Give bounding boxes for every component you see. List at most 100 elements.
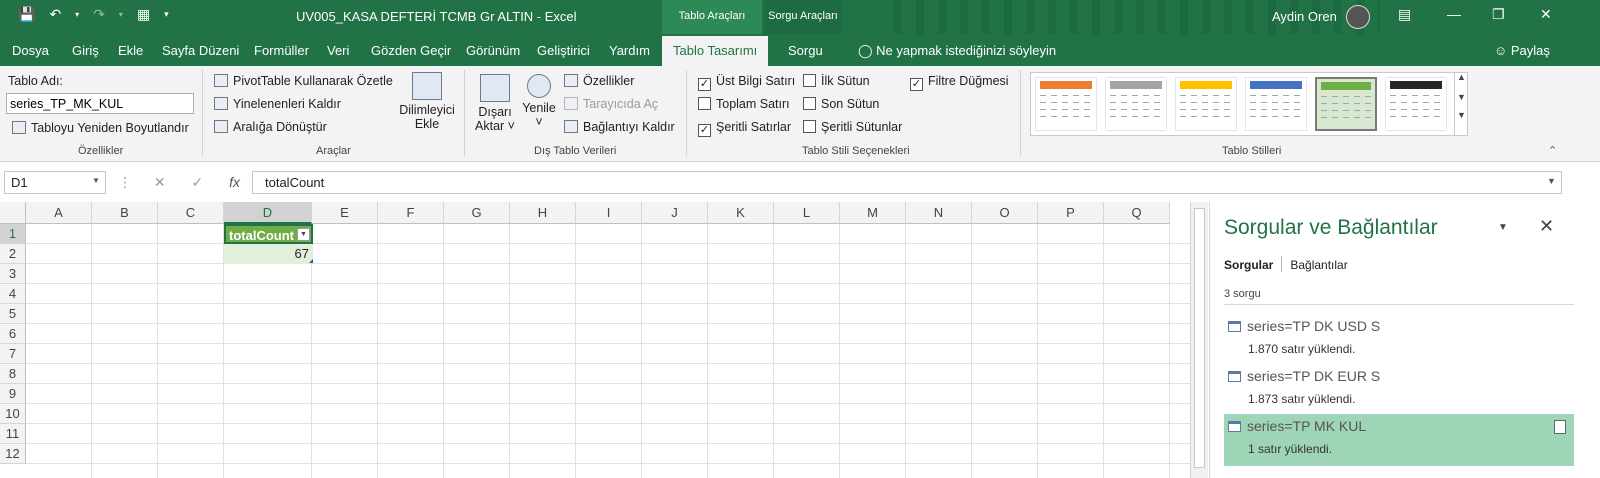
tab-gozden-gecir[interactable]: Gözden Geçir [371,43,451,58]
share-button[interactable]: ☺ Paylaş [1494,43,1550,58]
enter-icon[interactable]: ✓ [192,174,204,190]
pane-close-icon[interactable]: ✕ [1539,216,1554,237]
collapse-ribbon-icon[interactable]: ⌃ [1548,144,1557,157]
edit-query-icon[interactable] [1554,420,1566,434]
row-header[interactable]: 2 [0,244,26,264]
table-resize-handle[interactable] [309,259,313,263]
banded-columns-checkbox[interactable]: Şeritli Sütunlar [803,120,902,134]
first-column-checkbox[interactable]: İlk Sütun [803,74,870,88]
row-header[interactable]: 9 [0,384,26,404]
column-header[interactable]: M [840,202,906,224]
column-header[interactable]: K [708,202,774,224]
row-header[interactable]: 4 [0,284,26,304]
table-style-gray[interactable] [1105,77,1167,131]
restore-icon[interactable]: ❐ [1492,6,1505,23]
cancel-icon[interactable]: ✕ [154,174,166,190]
gallery-more-icon[interactable]: ▼ [1455,110,1468,120]
column-header[interactable]: D [224,202,312,224]
column-header[interactable]: I [576,202,642,224]
pane-options-icon[interactable]: ▼ [1498,222,1508,233]
column-header[interactable]: F [378,202,444,224]
query-item-selected[interactable]: series=TP MK KUL 1 satır yüklendi. [1224,414,1574,466]
tab-dosya[interactable]: Dosya [12,43,49,58]
row-header[interactable]: 8 [0,364,26,384]
user-name[interactable]: Aydin Oren [1272,9,1337,24]
name-box[interactable]: D1 [4,171,106,194]
minimize-icon[interactable]: — [1447,6,1461,22]
export-button[interactable]: Dışarı Aktar ˅ [470,74,520,133]
tab-gelistirici[interactable]: Geliştirici [537,43,590,58]
row-header[interactable]: 7 [0,344,26,364]
tab-gorunum[interactable]: Görünüm [466,43,520,58]
tab-queries[interactable]: Sorgular [1224,258,1273,272]
tab-veri[interactable]: Veri [327,43,349,58]
column-header[interactable]: O [972,202,1038,224]
last-column-checkbox[interactable]: Son Sütun [803,97,879,111]
save-icon[interactable]: 💾 [18,6,35,23]
table-name-input[interactable] [6,93,194,114]
tab-connections[interactable]: Bağlantılar [1290,258,1347,272]
row-header[interactable]: 12 [0,444,26,464]
banded-rows-checkbox[interactable]: ✓ Şeritli Satırlar [698,120,791,137]
column-header[interactable]: C [158,202,224,224]
properties-button[interactable]: Özellikler [564,74,634,88]
insert-slicer-button[interactable]: Dilimleyici Ekle [394,72,460,131]
table-style-green-selected[interactable] [1315,77,1377,131]
gallery-up-icon[interactable]: ▲ [1455,72,1468,82]
column-header[interactable]: G [444,202,510,224]
redo-dropdown-icon[interactable]: ▾ [119,10,123,19]
close-icon[interactable]: ✕ [1540,6,1552,23]
unlink-button[interactable]: Bağlantıyı Kaldır [564,120,675,134]
select-all-corner[interactable] [0,202,26,224]
gallery-scroll[interactable]: ▲ ▼ ▼ [1454,72,1468,136]
column-header[interactable]: E [312,202,378,224]
row-header[interactable]: 3 [0,264,26,284]
tell-me-search[interactable]: ◯ Ne yapmak istediğinizi söyleyin [858,43,1056,59]
row-header[interactable]: 6 [0,324,26,344]
ribbon-display-options-icon[interactable]: ▤ [1398,6,1411,23]
table-style-black[interactable] [1385,77,1447,131]
tab-formuller[interactable]: Formüller [254,43,309,58]
row-header[interactable]: 1 [0,224,26,244]
insert-function-icon[interactable]: fx [229,174,240,190]
table-style-gold[interactable] [1175,77,1237,131]
cell-d2[interactable]: 67 [224,244,313,264]
query-item[interactable]: series=TP DK EUR S 1.873 satır yüklendi. [1224,364,1574,414]
form-icon[interactable]: ▦ [137,6,150,23]
column-header[interactable]: H [510,202,576,224]
worksheet[interactable]: ABCDEFGHIJKLMNOPQ 1 2 3 4 5 6 7 8 9 10 11 12 totalC… [0,202,1190,478]
tab-giris[interactable]: Giriş [72,43,99,58]
vertical-scrollbar[interactable] [1190,202,1208,478]
query-item[interactable]: series=TP DK USD S 1.870 satır yüklendi. [1224,314,1574,364]
column-header[interactable]: B [92,202,158,224]
gallery-down-icon[interactable]: ▼ [1455,92,1468,102]
undo-icon[interactable]: ↶ [49,6,61,23]
tab-sayfa-duzeni[interactable]: Sayfa Düzeni [162,43,239,58]
resize-table-button[interactable]: Tabloyu Yeniden Boyutlandır [12,121,189,135]
filter-button-checkbox[interactable]: ✓ Filtre Düğmesi [910,74,1009,91]
column-header[interactable]: N [906,202,972,224]
column-header[interactable]: J [642,202,708,224]
convert-to-range-button[interactable]: Aralığa Dönüştür [214,120,327,134]
column-header[interactable]: P [1038,202,1104,224]
customize-qat-icon[interactable]: ▾ [164,9,169,20]
total-row-checkbox[interactable]: Toplam Satırı [698,97,790,111]
refresh-button[interactable]: Yenile ˅ [518,74,560,129]
undo-dropdown-icon[interactable]: ▾ [75,10,79,19]
formula-input[interactable]: totalCount [252,171,1562,194]
row-header[interactable]: 10 [0,404,26,424]
filter-dropdown-icon[interactable]: ▼ [297,228,310,241]
name-box-dropdown-icon[interactable]: ▼ [92,176,100,185]
table-style-orange[interactable] [1035,77,1097,131]
pivot-summarize-button[interactable]: PivotTable Kullanarak Özetle [214,74,393,88]
row-header[interactable]: 5 [0,304,26,324]
remove-duplicates-button[interactable]: Yinelenenleri Kaldır [214,97,341,111]
header-row-checkbox[interactable]: ✓ Üst Bilgi Satırı [698,74,795,91]
scroll-thumb[interactable] [1194,208,1205,468]
tab-sorgu[interactable]: Sorgu [788,43,823,58]
redo-icon[interactable]: ↷ [93,6,105,23]
tab-ekle[interactable]: Ekle [118,43,143,58]
column-header[interactable]: L [774,202,840,224]
expand-formula-icon[interactable]: ▼ [1547,176,1556,186]
row-header[interactable]: 11 [0,424,26,444]
